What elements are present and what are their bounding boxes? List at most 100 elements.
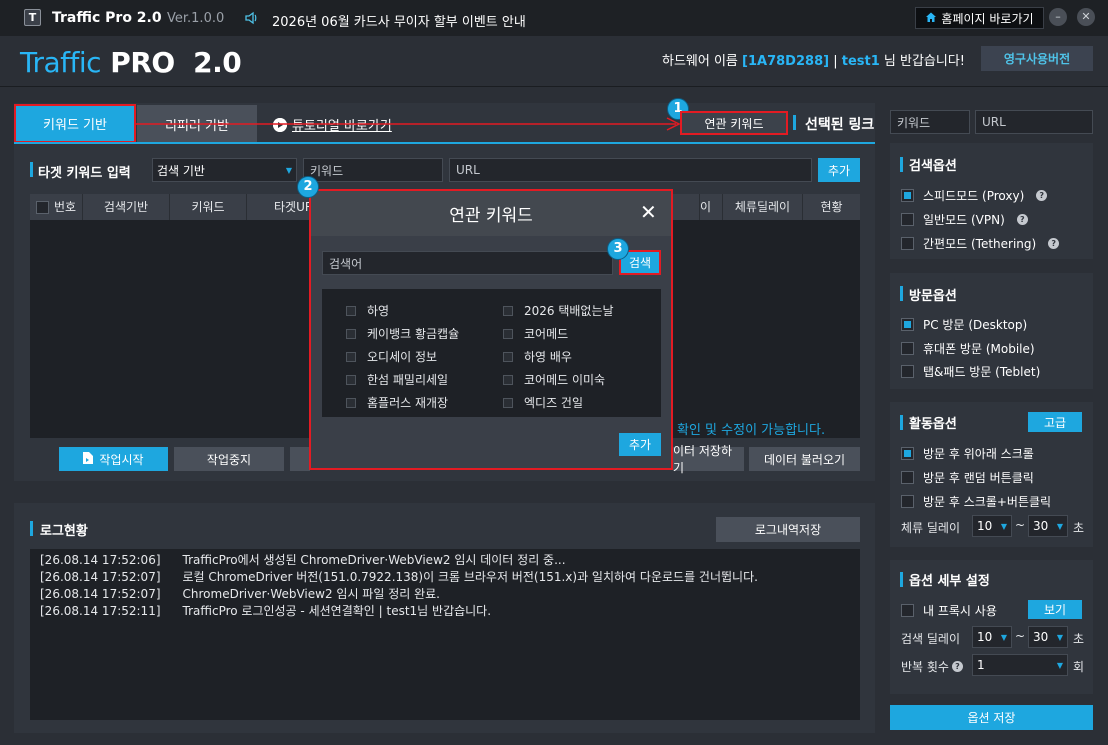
checkbox[interactable] (901, 604, 914, 617)
checkbox[interactable] (901, 213, 914, 226)
app-name: Traffic Pro 2.0 (52, 10, 162, 26)
hardware-info: 하드웨어 이름 [1A78D288] | test1 님 반갑습니다! (662, 54, 966, 69)
log-entry: [26.08.14 17:52:07] 로컬 ChromeDriver 버전(15… (40, 570, 758, 584)
option-tablet-visit[interactable]: 탭&패드 방문 (Teblet) (901, 363, 1040, 380)
minimize-button[interactable]: – (1049, 8, 1067, 26)
keyword-item[interactable]: 엑디즈 건일 (503, 394, 583, 411)
section-marker (900, 157, 903, 172)
range-tilde: ~ (1015, 629, 1026, 643)
search-options-title: 검색옵션 (909, 159, 957, 174)
section-marker (900, 572, 903, 587)
checkbox[interactable] (901, 342, 914, 355)
option-simple-mode[interactable]: 간편모드 (Tethering)? (901, 235, 1060, 252)
activity-options-title: 활동옵션 (909, 417, 957, 432)
header-divider (0, 86, 1108, 87)
url-input[interactable]: URL (449, 158, 812, 182)
repeat-count-select[interactable]: 1 ▼ (972, 654, 1068, 676)
modal-search-input[interactable]: 검색어 (322, 251, 613, 275)
option-normal-mode[interactable]: 일반모드 (VPN)? (901, 211, 1028, 228)
checkbox[interactable] (901, 365, 914, 378)
keyword-item[interactable]: 케이뱅크 황금캡슐 (346, 325, 459, 342)
option-random-click[interactable]: 방문 후 랜덤 버튼클릭 (901, 469, 1034, 486)
keyword-item[interactable]: 하영 (346, 302, 389, 319)
search-delay-max-select[interactable]: 30 ▼ (1028, 626, 1068, 648)
section-marker (900, 415, 903, 430)
keyword-item[interactable]: 오디세이 정보 (346, 348, 437, 365)
add-target-button[interactable]: 추가 (818, 158, 860, 182)
view-proxy-button[interactable]: 보기 (1028, 600, 1082, 619)
help-icon[interactable]: ? (951, 661, 963, 672)
keyword-item[interactable]: 한섬 패밀리세일 (346, 371, 448, 388)
select-all-checkbox[interactable] (35, 200, 49, 214)
keyword-item[interactable]: 코어메드 이미숙 (503, 371, 605, 388)
option-scroll[interactable]: 방문 후 위아래 스크롤 (901, 445, 1034, 462)
help-icon[interactable]: ? (1036, 190, 1048, 201)
option-scroll-click[interactable]: 방문 후 스크롤+버튼클릭 (901, 493, 1051, 510)
save-data-button[interactable]: 이터 저장하기 (673, 444, 744, 475)
dwell-min-select[interactable]: 10 ▼ (972, 515, 1012, 537)
checkbox[interactable] (901, 495, 914, 508)
start-button[interactable]: 작업시작 (59, 447, 168, 471)
log-title: 로그현황 (40, 524, 88, 539)
advanced-button[interactable]: 고급 (1028, 412, 1082, 432)
keyword-item[interactable]: 홈플러스 재개장 (346, 394, 448, 411)
step-badge-2: 2 (297, 176, 319, 198)
option-speed-mode[interactable]: 스피드모드 (Proxy)? (901, 187, 1048, 204)
dwell-delay-label: 체류 딜레이 (901, 521, 961, 535)
homepage-button[interactable]: 홈페이지 바로가기 (915, 7, 1044, 29)
related-keyword-button[interactable]: 연관 키워드 (680, 111, 788, 135)
guide-arrow (136, 117, 681, 131)
close-window-button[interactable]: ✕ (1077, 8, 1095, 26)
checkbox (503, 397, 513, 408)
checkbox (503, 374, 513, 385)
checkbox[interactable] (901, 447, 914, 460)
load-data-button[interactable]: 데이터 불러오기 (749, 447, 860, 471)
modal-add-button[interactable]: 추가 (619, 433, 661, 456)
stop-button[interactable]: 작업중지 (174, 447, 284, 471)
checkbox[interactable] (901, 189, 914, 202)
option-my-proxy[interactable]: 내 프록시 사용 (901, 602, 997, 619)
checkbox (346, 374, 356, 385)
log-entry: [26.08.14 17:52:11] TrafficPro 로그인성공 - 세션… (40, 604, 492, 618)
option-mobile-visit[interactable]: 휴대폰 방문 (Mobile) (901, 340, 1035, 357)
brand-logo: Traffic PRO 2.0 (20, 46, 242, 79)
help-icon[interactable]: ? (1016, 214, 1028, 225)
hardware-id: [1A78D288] (742, 54, 830, 69)
help-icon[interactable]: ? (1048, 238, 1060, 249)
file-icon (83, 451, 94, 467)
checkbox[interactable] (901, 471, 914, 484)
dwell-max-select[interactable]: 30 ▼ (1028, 515, 1068, 537)
username: test1 (841, 54, 880, 69)
chevron-down-icon: ▼ (1056, 521, 1063, 531)
hidden-action-button[interactable] (290, 447, 310, 471)
section-marker (30, 521, 33, 536)
search-delay-min-select[interactable]: 10 ▼ (972, 626, 1012, 648)
checkbox[interactable] (901, 318, 914, 331)
keyword-input[interactable]: 키워드 (303, 158, 443, 182)
checkbox[interactable] (901, 237, 914, 250)
unit-seconds: 초 (1073, 521, 1085, 535)
keyword-item[interactable]: 코어메드 (503, 325, 568, 342)
keyword-item[interactable]: 하영 배우 (503, 348, 572, 365)
home-icon (925, 11, 937, 26)
checkbox (503, 351, 513, 362)
unit-times: 회 (1073, 660, 1085, 674)
tab-keyword[interactable]: 키워드 기반 (14, 104, 136, 143)
search-base-select[interactable]: 검색 기반 ▼ (152, 158, 297, 182)
chevron-down-icon: ▼ (1000, 521, 1007, 531)
chevron-down-icon: ▼ (1000, 632, 1007, 642)
right-keyword-input[interactable]: 키워드 (890, 110, 970, 134)
table-footer-message: 확인 및 수정이 가능합니다. (677, 423, 826, 438)
notice-link[interactable]: 2026년 06월 카드사 무이자 할부 이벤트 안내 (272, 11, 526, 30)
right-url-input[interactable]: URL (975, 110, 1093, 134)
option-pc-visit[interactable]: PC 방문 (Desktop) (901, 316, 1027, 333)
save-log-button[interactable]: 로그내역저장 (716, 517, 860, 542)
keyword-item[interactable]: 2026 택배없는날 (503, 302, 614, 319)
repeat-count-label: 반복 횟수? (901, 658, 963, 675)
license-button[interactable]: 영구사용버전 (981, 46, 1093, 71)
log-entry: [26.08.14 17:52:06] TrafficPro에서 생성된 Chro… (40, 553, 566, 567)
close-icon[interactable]: ✕ (640, 200, 657, 224)
checkbox (503, 328, 513, 339)
checkbox (346, 328, 356, 339)
save-options-button[interactable]: 옵션 저장 (890, 705, 1093, 730)
